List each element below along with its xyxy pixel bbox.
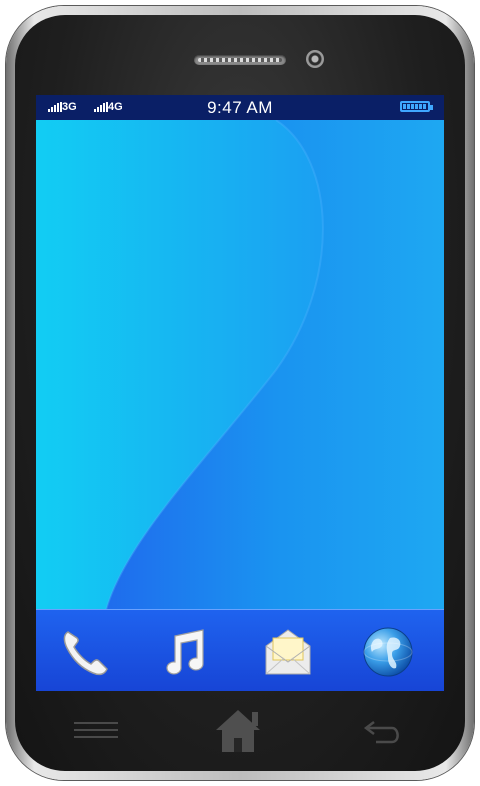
back-hardware-button[interactable] — [362, 716, 404, 746]
app-dock — [36, 610, 444, 691]
phone-screen: 3G 4G 9:47 AM — [36, 95, 444, 691]
phone-icon — [63, 631, 108, 676]
wallpaper — [36, 120, 444, 610]
front-camera — [306, 50, 324, 68]
globe-icon — [363, 627, 413, 677]
browser-app-button[interactable] — [362, 626, 414, 678]
earpiece-speaker — [194, 55, 286, 65]
back-arrow-icon — [363, 721, 399, 744]
menu-lines-icon — [74, 722, 118, 738]
mail-app-button[interactable] — [262, 626, 314, 678]
mail-envelope-icon — [265, 629, 311, 675]
battery-level-fill — [403, 104, 427, 109]
music-note-icon — [166, 629, 204, 675]
menu-hardware-button[interactable] — [72, 718, 120, 742]
home-hardware-button[interactable] — [212, 706, 264, 754]
status-bar: 3G 4G 9:47 AM — [36, 95, 444, 120]
battery-icon — [400, 101, 433, 112]
home-icon — [216, 710, 260, 752]
status-clock: 9:47 AM — [207, 98, 273, 117]
phone-app-button[interactable] — [58, 626, 110, 678]
music-app-button[interactable] — [157, 626, 209, 678]
